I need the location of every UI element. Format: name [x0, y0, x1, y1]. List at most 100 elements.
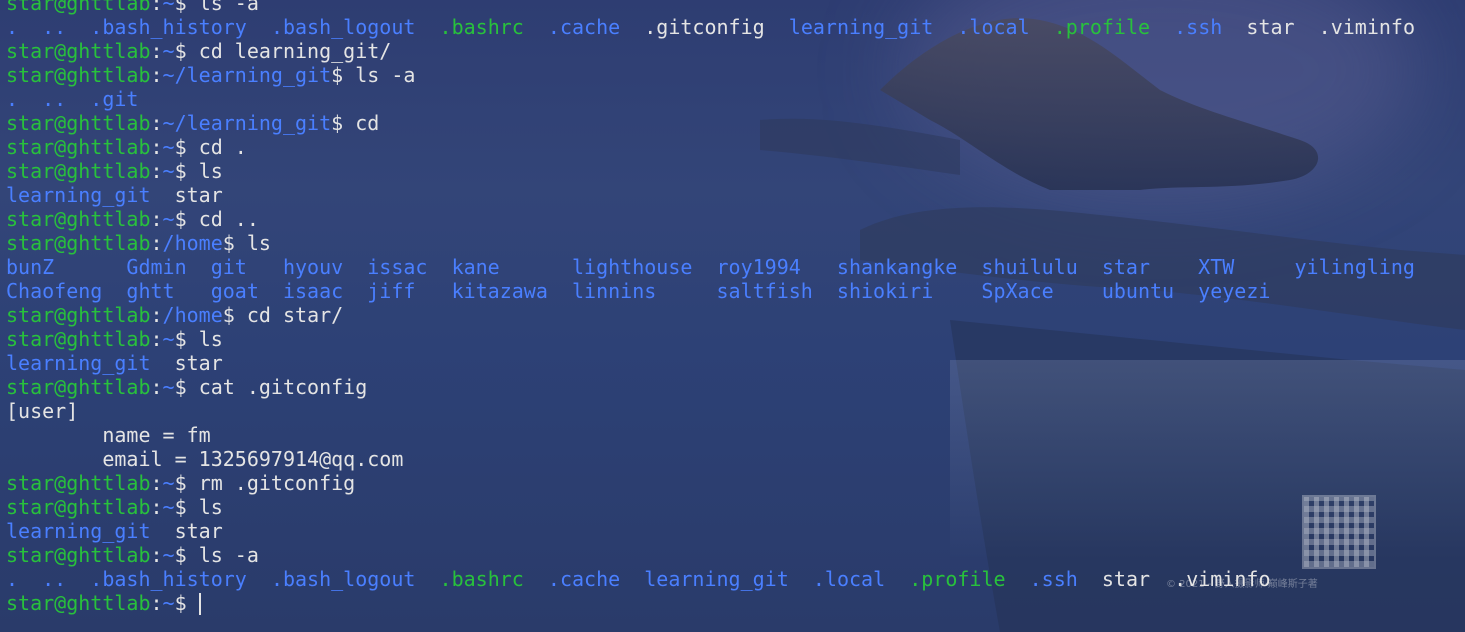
prompt-separator: : — [150, 159, 163, 183]
prompt-user-host: star@ghttlab — [6, 495, 151, 519]
prompt-user-host: star@ghttlab — [6, 327, 151, 351]
prompt-separator: : — [150, 375, 163, 399]
prompt-symbol: $ — [222, 303, 247, 327]
output-text: star — [150, 519, 223, 543]
directory-entry: .cache — [547, 567, 621, 591]
prompt-path: ~ — [162, 327, 175, 351]
directory-entry: star — [1101, 255, 1199, 279]
directory-entry: yeyezi — [1198, 279, 1271, 303]
output-text: email = 1325697914@qq.com — [6, 447, 404, 471]
output-text: .viminfo — [1174, 567, 1271, 591]
output-line: name = fm — [6, 423, 1465, 447]
prompt-path: ~ — [162, 207, 175, 231]
prompt-symbol: $ — [174, 543, 199, 567]
prompt-line: star@ghttlab:~$ rm .gitconfig — [6, 471, 1465, 495]
prompt-path: ~ — [162, 375, 175, 399]
prompt-symbol: $ — [174, 375, 199, 399]
prompt-line: star@ghttlab:~$ — [6, 591, 1465, 615]
directory-entry: issac — [367, 255, 452, 279]
output-line: learning_git star — [6, 183, 1465, 207]
prompt-symbol: $ — [174, 591, 199, 615]
prompt-path: ~ — [162, 495, 175, 519]
prompt-user-host: star@ghttlab — [6, 231, 151, 255]
directory-entry: SpXace — [981, 279, 1102, 303]
directory-entry: XTW — [1198, 255, 1295, 279]
directory-entry: roy1994 — [716, 255, 837, 279]
prompt-line: star@ghttlab:/home$ cd star/ — [6, 303, 1465, 327]
terminal-output[interactable]: star@ghttlab:~$ ls -a. .. .bash_history … — [6, 0, 1465, 632]
command-text: ls — [198, 159, 223, 183]
directory-entry: .bash_logout — [270, 15, 416, 39]
directory-entry: learning_git — [6, 183, 151, 207]
prompt-line: star@ghttlab:/home$ ls — [6, 231, 1465, 255]
prompt-path: ~ — [162, 591, 175, 615]
directory-entry: .git — [90, 87, 139, 111]
prompt-user-host: star@ghttlab — [6, 159, 151, 183]
output-text: [user] — [6, 399, 79, 423]
text-cursor[interactable] — [198, 593, 201, 615]
directory-entry: .local — [957, 15, 1030, 39]
prompt-path: ~ — [162, 159, 175, 183]
prompt-user-host: star@ghttlab — [6, 111, 151, 135]
directory-entry: . .. — [6, 87, 91, 111]
prompt-symbol: $ — [331, 111, 356, 135]
output-line: Chaofeng ghtt goat isaac jiff kitazawa l… — [6, 279, 1465, 303]
output-line: [user] — [6, 399, 1465, 423]
output-line: learning_git star — [6, 351, 1465, 375]
directory-entry: .bash_history — [90, 15, 247, 39]
prompt-line: star@ghttlab:~$ cd .. — [6, 207, 1465, 231]
prompt-path: /home — [162, 303, 223, 327]
output-line: bunZ Gdmin git hyouv issac kane lighthou… — [6, 255, 1465, 279]
prompt-line: star@ghttlab:~/learning_git$ ls -a — [6, 63, 1465, 87]
prompt-line: star@ghttlab:~$ ls -a — [6, 0, 1465, 15]
directory-entry: isaac — [282, 279, 368, 303]
output-text: star — [150, 183, 223, 207]
prompt-user-host: star@ghttlab — [6, 135, 151, 159]
prompt-user-host: star@ghttlab — [6, 0, 151, 15]
prompt-line: star@ghttlab:~$ cd . — [6, 135, 1465, 159]
prompt-separator: : — [150, 111, 163, 135]
prompt-line: star@ghttlab:~$ ls -a — [6, 543, 1465, 567]
prompt-path: ~ — [162, 135, 175, 159]
prompt-symbol: $ — [174, 327, 199, 351]
prompt-user-host: star@ghttlab — [6, 543, 151, 567]
output-line: learning_git star — [6, 519, 1465, 543]
prompt-separator: : — [150, 135, 163, 159]
directory-entry: .bash_history — [90, 567, 247, 591]
prompt-user-host: star@ghttlab — [6, 303, 151, 327]
command-text: ls -a — [198, 0, 259, 15]
prompt-path: ~/learning_git — [162, 111, 332, 135]
prompt-path: /home — [162, 231, 223, 255]
directory-entry: .bash_logout — [270, 567, 416, 591]
directory-entry: learning_git — [644, 567, 789, 591]
directory-entry: ghtt — [126, 279, 211, 303]
output-text: star — [1101, 567, 1151, 591]
directory-entry: .profile — [1053, 15, 1151, 39]
prompt-user-host: star@ghttlab — [6, 375, 151, 399]
command-text: cd . — [198, 135, 247, 159]
directory-entry: shuilulu — [981, 255, 1102, 279]
output-line: . .. .git — [6, 87, 1465, 111]
prompt-symbol: $ — [174, 0, 199, 15]
prompt-separator: : — [150, 471, 163, 495]
directory-entry: learning_git — [6, 519, 151, 543]
output-text: name = fm — [6, 423, 211, 447]
directory-entry: . .. — [6, 15, 91, 39]
prompt-symbol: $ — [174, 39, 199, 63]
prompt-line: star@ghttlab:~$ cd learning_git/ — [6, 39, 1465, 63]
prompt-symbol: $ — [222, 231, 247, 255]
prompt-separator: : — [150, 39, 163, 63]
directory-entry: saltfish — [716, 279, 837, 303]
output-text: star — [1246, 15, 1295, 39]
output-line: . .. .bash_history .bash_logout .bashrc … — [6, 15, 1465, 39]
